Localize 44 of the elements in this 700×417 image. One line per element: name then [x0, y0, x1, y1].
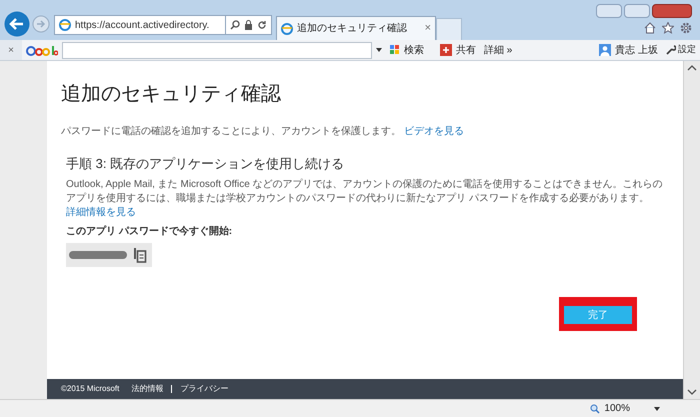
password-label: このアプリ パスワードで今すぐ開始: [66, 224, 234, 238]
user-icon [599, 44, 612, 56]
page-title: 追加のセキュリティ確認 [61, 82, 282, 107]
masked-password [69, 250, 127, 258]
star-icon[interactable] [662, 22, 674, 34]
back-icon[interactable] [4, 11, 30, 37]
footer-link[interactable]: 法的情報 [131, 383, 164, 395]
close-button[interactable] [652, 4, 692, 18]
search-button[interactable]: 検索 [404, 42, 424, 58]
lock-icon [244, 20, 253, 30]
details-link[interactable]: 詳細情報を見る [66, 206, 136, 218]
details-button[interactable]: 詳細 » [484, 42, 512, 58]
browser-logo-icon [59, 19, 71, 31]
refresh-icon[interactable] [257, 20, 267, 30]
user-menu[interactable]: 貴志 上坂 [615, 42, 658, 58]
share-button[interactable]: 共有 [456, 42, 476, 58]
settings-button[interactable]: 設定 [678, 43, 696, 57]
search-icon[interactable] [230, 20, 240, 30]
browser-tab[interactable]: 追加のセキュリティ確認 × [276, 16, 436, 40]
wrench-icon[interactable] [666, 45, 676, 55]
scroll-down-icon[interactable] [687, 389, 697, 395]
zoom-icon [590, 404, 600, 414]
browser-logo-icon [281, 22, 293, 34]
copyright-text: ©2015 Microsoft [61, 383, 120, 395]
url-text: https://account.activedirectory. [75, 18, 210, 32]
home-icon[interactable] [644, 22, 656, 34]
copy-icon[interactable] [133, 246, 147, 262]
scroll-up-icon[interactable] [687, 65, 697, 71]
tab-close-button[interactable]: × [424, 20, 431, 37]
video-link[interactable]: ビデオを見る [404, 126, 464, 137]
caret-icon[interactable] [654, 406, 660, 410]
search-field[interactable] [62, 42, 372, 58]
settings-icon[interactable] [680, 22, 692, 34]
intro-text: パスワードに電話の確認を追加することにより、アカウントを保護します。 ビデオを見る [61, 124, 465, 139]
zoom-level[interactable]: 100% [604, 401, 630, 416]
address-bar[interactable]: https://account.activedirectory. [54, 15, 226, 35]
close-toolbar-button[interactable]: × [0, 40, 22, 60]
step-text: Outlook, Apple Mail, また Microsoft Office などのアプリでは、アカウントの保護のために電話を使用することはできません。これらのアプリを使用するには、職場または学校アカウントのパスワードの代わりに新たなアプリ パスワードを作成する必要があります。 詳細情報を見る [66, 178, 664, 220]
step-heading: 手順 3: 既存のアプリケーションを使用し続ける [66, 155, 346, 173]
plus-icon [440, 44, 452, 56]
tab-title: 追加のセキュリティ確認 [297, 22, 408, 36]
caret-icon[interactable] [376, 48, 382, 52]
footer-link[interactable]: プライバシー [180, 383, 228, 395]
grid-icon [390, 45, 400, 55]
